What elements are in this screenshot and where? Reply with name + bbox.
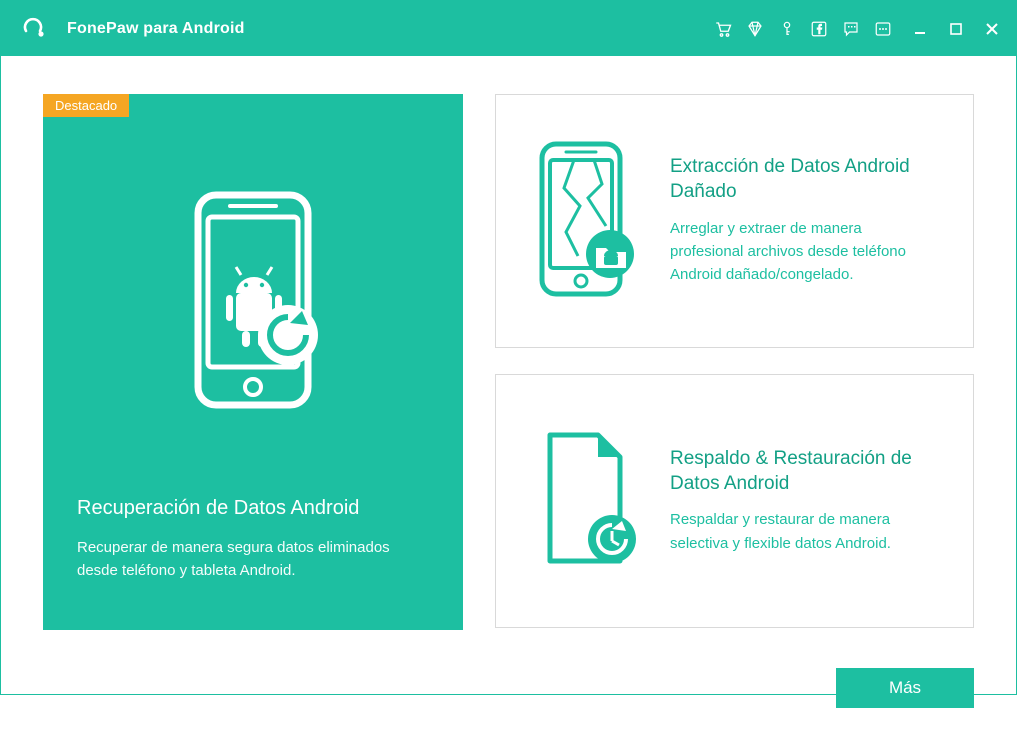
card-data-recovery[interactable]: Destacado <box>43 94 463 630</box>
cart-icon[interactable] <box>712 18 734 40</box>
facebook-icon[interactable] <box>808 18 830 40</box>
card-title: Extracción de Datos Android Dañado <box>670 155 939 204</box>
more-button[interactable]: Más <box>836 668 974 708</box>
featured-badge: Destacado <box>43 94 129 117</box>
card-broken-extraction[interactable]: Extracción de Datos Android Dañado Arreg… <box>495 94 974 348</box>
card-title: Respaldo & Restauración de Datos Android <box>670 447 939 496</box>
card-desc: Arreglar y extraer de manera profesional… <box>670 217 939 287</box>
minimize-button[interactable] <box>910 19 930 39</box>
phone-restore-icon <box>77 94 429 497</box>
content-area: Destacado <box>1 56 1016 730</box>
feedback-icon[interactable] <box>840 18 862 40</box>
card-title: Recuperación de Datos Android <box>77 497 429 520</box>
app-logo-icon <box>19 15 47 43</box>
titlebar-actions <box>712 18 1002 40</box>
backup-file-icon <box>524 421 644 581</box>
app-window: FonePaw para Android <box>0 0 1017 695</box>
app-title: FonePaw para Android <box>67 20 245 38</box>
key-icon[interactable] <box>776 18 798 40</box>
broken-phone-icon <box>524 136 644 306</box>
diamond-icon[interactable] <box>744 18 766 40</box>
maximize-button[interactable] <box>946 19 966 39</box>
card-desc: Recuperar de manera segura datos elimina… <box>77 536 429 583</box>
menu-icon[interactable] <box>872 18 894 40</box>
card-backup-restore[interactable]: Respaldo & Restauración de Datos Android… <box>495 374 974 628</box>
close-button[interactable] <box>982 19 1002 39</box>
card-desc: Respaldar y restaurar de manera selectiv… <box>670 508 939 555</box>
titlebar: FonePaw para Android <box>1 1 1016 56</box>
